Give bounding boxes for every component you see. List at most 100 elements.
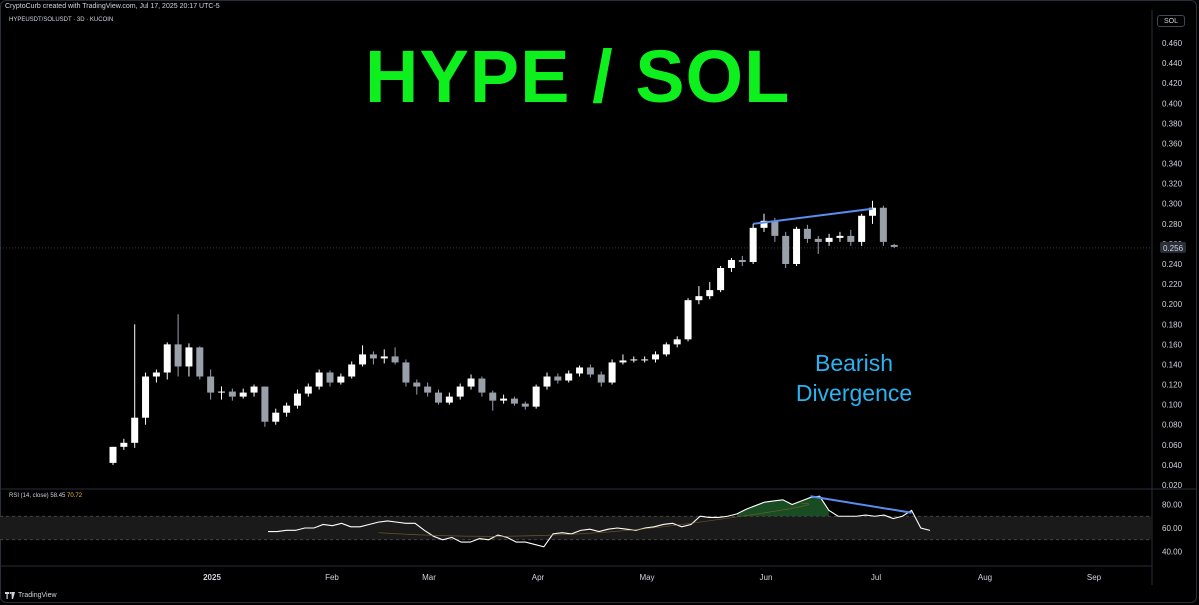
- time-tick-label: 2025: [203, 573, 221, 582]
- candle-body: [554, 376, 562, 381]
- rsi-value: 58.45: [50, 493, 66, 499]
- candle-body: [424, 386, 432, 393]
- price-tick-label: 0.300: [1162, 200, 1183, 209]
- divergence-annotation: Bearish Divergence: [788, 348, 920, 408]
- rsi-label[interactable]: RSI (14, close) 58.45 70.72: [9, 493, 82, 499]
- candle-body: [641, 359, 649, 361]
- candle-body: [782, 235, 790, 264]
- candle-body: [467, 378, 475, 387]
- candle-body: [185, 347, 193, 367]
- candle-body: [413, 382, 421, 387]
- candle-body: [293, 393, 301, 406]
- candle-body: [695, 296, 703, 301]
- candle-body: [543, 376, 551, 387]
- candle-body: [391, 356, 399, 363]
- time-tick-label: Apr: [532, 573, 545, 582]
- candle-body: [749, 227, 757, 262]
- candle-body: [435, 392, 442, 403]
- footer-brand[interactable]: TradingView: [5, 592, 57, 599]
- candle-body: [261, 386, 269, 422]
- price-tick-label: 0.040: [1162, 461, 1183, 470]
- candle-body: [315, 372, 323, 387]
- candle-body: [152, 372, 160, 377]
- price-tick-label: 0.160: [1162, 340, 1183, 349]
- price-tick-label: 0.080: [1162, 421, 1183, 430]
- candle-body: [771, 220, 779, 236]
- candle-body: [326, 372, 334, 383]
- price-tick-label: 0.140: [1162, 360, 1183, 369]
- candle-body: [847, 235, 855, 242]
- rsi-panel[interactable]: 80.00 60.00 40.00: [0, 495, 1183, 557]
- candle-body: [456, 386, 464, 397]
- time-tick-label: Feb: [325, 573, 339, 582]
- price-tick-label: 0.220: [1162, 280, 1183, 289]
- last-price-label: 0.256: [1163, 244, 1184, 253]
- candle-body: [803, 228, 811, 239]
- candle-body: [228, 391, 236, 397]
- price-tick-label: 0.120: [1162, 381, 1183, 390]
- price-tick-label: 0.200: [1162, 300, 1183, 309]
- candle-body: [597, 374, 605, 383]
- candle-body: [652, 354, 659, 360]
- candle-body: [174, 344, 182, 367]
- candle-body: [836, 235, 844, 238]
- price-tick-label: 0.340: [1162, 160, 1183, 169]
- price-tick-label: 0.100: [1162, 401, 1183, 410]
- candle-body: [510, 398, 518, 404]
- candle-body: [142, 376, 150, 418]
- candle-body: [445, 396, 453, 403]
- candle-body: [369, 354, 377, 359]
- price-tick-label: 0.280: [1162, 220, 1183, 229]
- candle-body: [673, 339, 681, 345]
- candle-body: [478, 378, 486, 393]
- price-tick-label: 0.240: [1162, 260, 1183, 269]
- candle-body: [825, 237, 833, 242]
- rsi-title: RSI (14, close): [9, 493, 49, 499]
- candle-body: [727, 259, 735, 269]
- time-axis[interactable]: 2025 Feb Mar Apr May Jun Jul Aug Sep: [0, 565, 1152, 582]
- candle-body: [717, 268, 725, 291]
- rsi-tick-label: 40.00: [1162, 548, 1183, 557]
- candle-body: [619, 360, 627, 363]
- candle-body: [532, 386, 540, 407]
- price-tick-label: 0.180: [1162, 320, 1183, 329]
- candle-body: [586, 367, 594, 375]
- price-tick-label: 0.380: [1162, 119, 1183, 128]
- candle-body: [163, 344, 171, 373]
- candle-body: [738, 259, 746, 262]
- candles-group: [109, 200, 898, 465]
- candle-body: [283, 405, 291, 413]
- price-tick-label: 0.320: [1162, 180, 1183, 189]
- price-divergence-line: [753, 207, 873, 225]
- footer-brand-text: TradingView: [18, 592, 57, 599]
- candle-body: [131, 417, 139, 443]
- time-tick-label: May: [639, 573, 654, 582]
- rsi-tick-label: 60.00: [1162, 524, 1183, 533]
- candle-body: [489, 392, 497, 401]
- time-tick-label: Aug: [978, 573, 992, 582]
- candle-body: [630, 359, 638, 361]
- candle-body: [359, 354, 367, 365]
- price-tick-label: 0.420: [1162, 79, 1183, 88]
- rsi-ma-value: 70.72: [67, 493, 83, 499]
- time-tick-label: Jul: [871, 573, 881, 582]
- candle-body: [272, 412, 280, 422]
- candle-body: [402, 362, 410, 383]
- annotation-line-1: Bearish: [815, 350, 893, 376]
- price-tick-label: 0.460: [1162, 39, 1183, 48]
- candle-body: [239, 392, 247, 397]
- price-tick-label: 0.060: [1162, 441, 1183, 450]
- price-tick-label: 0.400: [1162, 99, 1183, 108]
- candle-body: [565, 373, 573, 381]
- candle-body: [684, 300, 692, 340]
- candle-body: [500, 398, 508, 401]
- candle-body: [793, 228, 801, 264]
- candle-body: [608, 362, 616, 383]
- candle-body: [120, 442, 128, 447]
- candle-body: [576, 367, 584, 374]
- candle-body: [706, 290, 714, 297]
- candle-body: [814, 238, 822, 242]
- candle-body: [304, 386, 312, 394]
- time-tick-label: Sep: [1087, 573, 1102, 582]
- candle-body: [337, 376, 345, 383]
